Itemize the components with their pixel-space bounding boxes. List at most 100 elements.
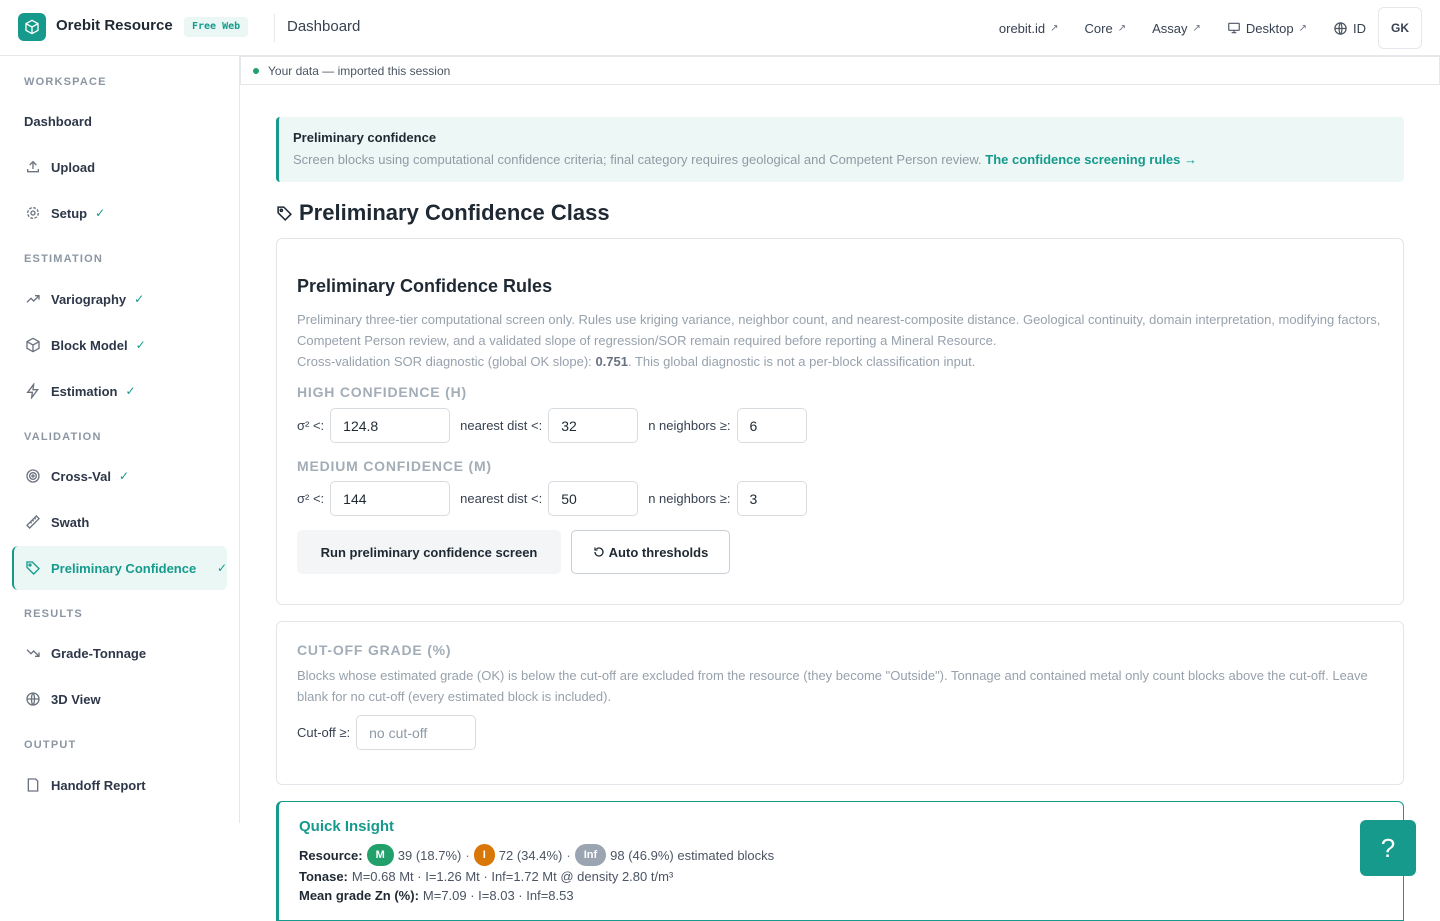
section-results: RESULTS — [24, 608, 83, 620]
gear-icon — [24, 204, 42, 222]
screening-rules-link[interactable]: The confidence screening rules → — [985, 152, 1197, 167]
page-title-row: Preliminary Confidence Class — [276, 200, 610, 226]
external-link-icon: ↗ — [1192, 22, 1201, 34]
sidebar-item-label: Variography — [51, 291, 127, 307]
link-desktop[interactable]: Desktop ↗ — [1227, 21, 1307, 36]
data-status-bar: Your data — imported this session — [240, 56, 1440, 85]
tag-icon — [24, 559, 42, 577]
medium-confidence-label: MEDIUM CONFIDENCE (M) — [297, 458, 492, 474]
report-icon — [24, 776, 42, 794]
help-button[interactable]: ? — [1360, 820, 1416, 876]
neighbors-label: n neighbors ≥: — [648, 418, 731, 433]
sidebar-item-swath[interactable]: Swath — [12, 500, 227, 544]
tag-icon — [277, 205, 292, 221]
sigma-label: σ² <: — [297, 491, 325, 506]
link-label: Desktop — [1245, 20, 1294, 36]
sigma-label: σ² <: — [297, 418, 325, 433]
link-label: Core — [1084, 20, 1113, 36]
confidence-rules-card: Preliminary Confidence Rules Preliminary… — [276, 238, 1404, 605]
user-avatar[interactable]: GK — [1378, 7, 1422, 49]
sidebar-item-variography[interactable]: Variography ✓ — [12, 277, 227, 321]
inferred-badge: Inf — [574, 844, 607, 866]
measured-badge: M — [366, 844, 394, 866]
header-links: orebit.id ↗ Core ↗ Assay ↗ Desktop ↗ ID — [999, 0, 1366, 56]
sidebar-item-3d-view[interactable]: 3D View — [12, 677, 227, 721]
dist-label: nearest dist <: — [460, 491, 543, 506]
cutoff-row: Cut-off ≥: no cut-off — [297, 715, 477, 750]
indicated-badge: I — [473, 844, 495, 866]
medium-neighbors-input[interactable]: 3 — [736, 481, 807, 516]
dist-label: nearest dist <: — [460, 418, 543, 433]
auto-thresholds-button[interactable]: Auto thresholds — [571, 530, 730, 574]
sidebar-item-label: Swath — [51, 514, 90, 530]
check-icon: ✓ — [95, 206, 106, 220]
brand-name[interactable]: Orebit Resource — [56, 17, 173, 34]
sidebar-item-cross-val[interactable]: Cross-Val ✓ — [12, 454, 227, 498]
high-confidence-row: σ² <: 124.8 nearest dist <: 32 n neighbo… — [297, 408, 807, 443]
sidebar-item-upload[interactable]: Upload — [12, 145, 227, 189]
indicated-count: 72 (34.4%) — [498, 847, 563, 863]
external-link-icon: ↗ — [1298, 22, 1307, 34]
auto-thresholds-label: Auto thresholds — [608, 544, 709, 560]
grade-values: M=7.09 · I=8.03 · Inf=8.53 — [422, 888, 574, 903]
quick-insight-card: Quick Insight Resource: M 39 (18.7%) · I … — [276, 801, 1404, 921]
header-divider — [274, 14, 275, 42]
sidebar-item-block-model[interactable]: Block Model ✓ — [12, 323, 227, 367]
link-core[interactable]: Core ↗ — [1085, 21, 1127, 36]
info-banner: Preliminary confidence Screen blocks usi… — [276, 117, 1404, 182]
resource-label: Resource: — [299, 847, 363, 863]
high-sigma-input[interactable]: 124.8 — [330, 408, 451, 443]
cutoff-label: Cut-off ≥: — [297, 725, 351, 740]
sidebar-item-estimation[interactable]: Estimation ✓ — [12, 369, 227, 413]
target-icon — [24, 467, 42, 485]
top-bar: Orebit Resource Free Web Dashboard orebi… — [0, 0, 1440, 56]
refresh-icon — [594, 547, 604, 557]
upload-icon — [24, 158, 42, 176]
breadcrumb: Dashboard — [287, 18, 361, 35]
sidebar-item-grade-tonnage[interactable]: Grade-Tonnage — [12, 631, 227, 675]
banner-text: Screen blocks using computational confid… — [293, 152, 1404, 167]
external-link-icon: ↗ — [1050, 22, 1059, 34]
sidebar-item-label: Setup — [51, 205, 88, 221]
globe-icon — [1334, 21, 1347, 35]
cube-icon — [24, 336, 42, 354]
run-screen-button[interactable]: Run preliminary confidence screen — [297, 530, 561, 574]
section-estimation: ESTIMATION — [24, 253, 104, 265]
sidebar: WORKSPACE Dashboard Upload Setup ✓ ESTIMA… — [0, 56, 240, 823]
ruler-icon — [24, 513, 42, 531]
sidebar-item-setup[interactable]: Setup ✓ — [12, 191, 227, 235]
resource-line: Resource: M 39 (18.7%) · I 72 (34.4%) · In… — [299, 844, 774, 866]
sidebar-item-handoff-report[interactable]: Handoff Report — [12, 763, 227, 807]
check-icon: ✓ — [118, 469, 130, 483]
cutoff-input[interactable]: no cut-off — [356, 715, 477, 750]
trending-down-icon — [24, 644, 42, 662]
grade-line: Mean grade Zn (%): M=7.09 · I=8.03 · Inf… — [299, 888, 574, 903]
sidebar-item-preliminary-confidence[interactable]: Preliminary Confidence ✓ — [12, 546, 227, 590]
trending-up-icon — [24, 290, 42, 308]
sidebar-item-dashboard[interactable]: Dashboard — [12, 99, 227, 143]
status-text: Your data — imported this session — [268, 63, 451, 78]
cutoff-card: CUT-OFF GRADE (%) Blocks whose estimated… — [276, 621, 1404, 785]
external-link-icon: ↗ — [1117, 22, 1127, 34]
tonnage-line: Tonase: M=0.68 Mt · I=1.26 Mt · Inf=1.72… — [299, 869, 673, 884]
cube-logo-icon[interactable] — [18, 13, 46, 41]
link-orebit[interactable]: orebit.id ↗ — [999, 21, 1059, 36]
language-toggle[interactable]: ID — [1333, 21, 1366, 36]
sidebar-item-label: Preliminary Confidence — [51, 560, 197, 576]
grade-label: Mean grade Zn (%): — [299, 888, 419, 903]
tonnage-label: Tonase: — [299, 869, 348, 884]
link-assay[interactable]: Assay ↗ — [1152, 21, 1201, 36]
tonnage-values: M=0.68 Mt · I=1.26 Mt · Inf=1.72 Mt @ de… — [351, 869, 674, 884]
medium-dist-input[interactable]: 50 — [548, 481, 639, 516]
sidebar-item-label: Handoff Report — [51, 777, 146, 793]
section-workspace: WORKSPACE — [24, 76, 107, 88]
high-dist-input[interactable]: 32 — [548, 408, 639, 443]
medium-sigma-input[interactable]: 144 — [330, 481, 451, 516]
sidebar-item-label: Cross-Val — [51, 468, 111, 484]
check-icon: ✓ — [125, 384, 136, 398]
high-neighbors-input[interactable]: 6 — [736, 408, 807, 443]
sor-label: Cross-validation SOR diagnostic (global … — [297, 354, 592, 369]
separator: · — [566, 847, 571, 863]
sor-note: . This global diagnostic is not a per-bl… — [627, 354, 976, 369]
rules-desc-text: Preliminary three-tier computational scr… — [297, 312, 1381, 348]
